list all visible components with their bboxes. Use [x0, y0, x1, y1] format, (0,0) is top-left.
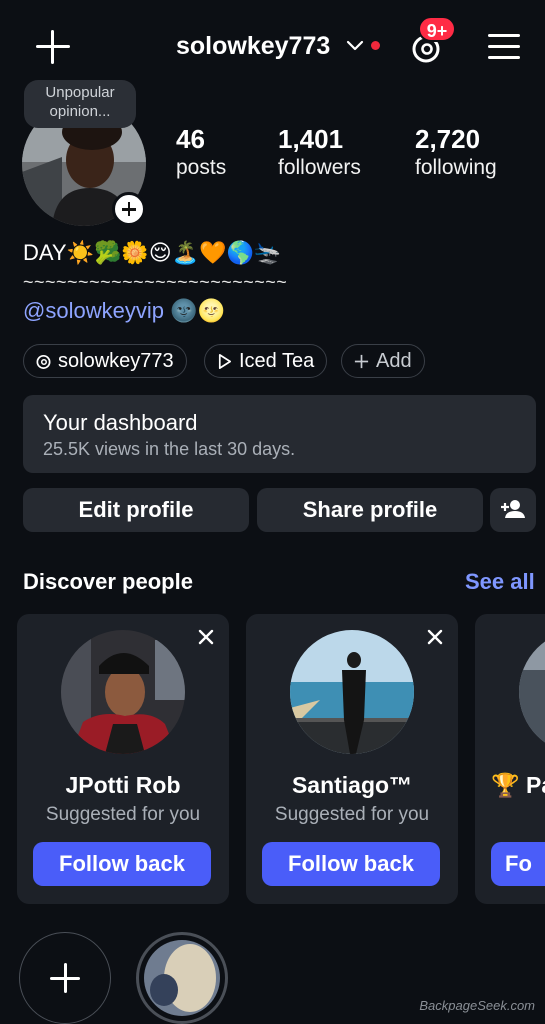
add-person-button[interactable]	[490, 488, 536, 532]
story-highlight[interactable]	[136, 932, 228, 1024]
stat-posts[interactable]: 46 posts	[176, 124, 226, 182]
watermark: BackpageSeek.com	[419, 998, 535, 1013]
close-icon[interactable]	[424, 626, 446, 648]
profile-username[interactable]: solowkey773	[176, 32, 330, 61]
play-icon	[218, 354, 232, 369]
new-highlight-button[interactable]	[19, 932, 111, 1024]
stat-label: posts	[176, 156, 227, 179]
dashboard-title: Your dashboard	[43, 410, 198, 435]
chevron-down-icon[interactable]	[346, 38, 364, 52]
note-bubble[interactable]: Unpopular opinion...	[24, 80, 136, 128]
stat-following[interactable]: 2,720 following	[415, 124, 497, 182]
add-person-icon	[501, 500, 525, 518]
discover-title: Discover people	[23, 569, 193, 594]
dashboard-card[interactable]: Your dashboard 25.5K views in the last 3…	[23, 395, 536, 473]
follow-back-button[interactable]: Follow back	[33, 842, 211, 886]
suggestion-name: Santiago™	[291, 772, 413, 798]
avatar	[519, 630, 545, 754]
bio-handle-link[interactable]: @solowkeyvip 🌚🌝	[23, 298, 225, 324]
suggestion-card[interactable]: Santiago™ Suggested for you Follow back	[246, 614, 458, 904]
suggestion-subtitle: Suggested for you	[45, 804, 201, 825]
chip-label: Iced Tea	[239, 350, 315, 372]
follow-back-button[interactable]: Fo	[491, 842, 545, 886]
suggestion-name: JPotti Rob	[65, 772, 181, 798]
notification-badge: 9+	[418, 16, 456, 42]
avatar	[61, 630, 185, 754]
dashboard-subtitle: 25.5K views in the last 30 days.	[43, 439, 296, 459]
stat-label: followers	[278, 156, 361, 179]
plus-icon[interactable]	[36, 30, 70, 64]
highlight-thumbnail	[144, 940, 220, 1016]
bio-divider: ~~~~~~~~~~~~~~~~~~~~~~~~	[23, 272, 288, 292]
avatar	[290, 630, 414, 754]
share-profile-button[interactable]: Share profile	[257, 488, 483, 532]
add-story-icon[interactable]	[112, 192, 146, 226]
menu-icon[interactable]	[488, 34, 520, 60]
stat-value: 1,401	[278, 124, 344, 154]
stat-value: 46	[176, 124, 205, 154]
plus-icon	[354, 354, 369, 369]
stat-label: following	[415, 156, 497, 179]
threads-icon	[36, 354, 51, 369]
stat-followers[interactable]: 1,401 followers	[278, 124, 361, 182]
chip-label: Add	[376, 350, 412, 372]
suggestion-subtitle: Suggested for you	[274, 804, 430, 825]
suggestion-card[interactable]: JPotti Rob Suggested for you Follow back	[17, 614, 229, 904]
top-bar: solowkey773 9+	[0, 0, 545, 92]
status-dot	[371, 41, 380, 50]
follow-back-button[interactable]: Follow back	[262, 842, 440, 886]
stat-value: 2,720	[415, 124, 481, 154]
bio-line: DAY☀️🥦🌼😌🏝️🧡🌎🛬	[23, 240, 282, 265]
music-chip[interactable]: Iced Tea	[204, 344, 328, 378]
add-chip[interactable]: Add	[341, 344, 425, 378]
chip-label: solowkey773	[58, 350, 174, 372]
close-icon[interactable]	[195, 626, 217, 648]
threads-chip[interactable]: solowkey773	[23, 344, 187, 378]
edit-profile-button[interactable]: Edit profile	[23, 488, 249, 532]
see-all-link[interactable]: See all	[465, 569, 535, 595]
suggestion-card[interactable]: 🏆 Pa Fo	[475, 614, 545, 904]
suggestion-name: 🏆 Pa	[491, 772, 545, 798]
